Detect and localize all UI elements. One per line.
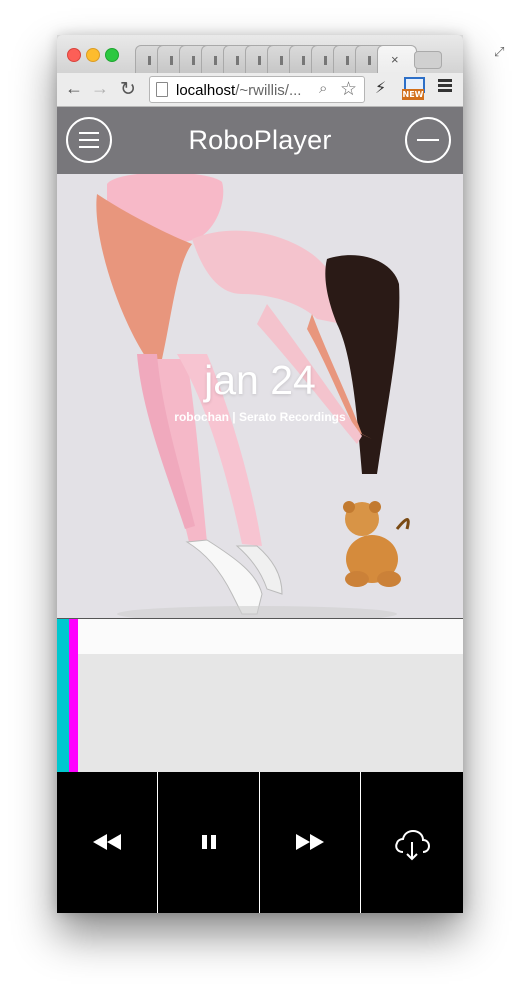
new-tab-button[interactable] xyxy=(414,51,442,69)
collapse-button[interactable] xyxy=(405,117,451,163)
browser-toolbar: ← → ↻ localhost/~rwillis/... ⌕ ☆ ⚡ NEW xyxy=(57,73,463,107)
zoom-window-icon[interactable] xyxy=(105,48,119,62)
waveform-progress[interactable] xyxy=(57,618,463,773)
waveform-overview xyxy=(57,619,463,654)
fast-forward-icon xyxy=(260,832,360,857)
minimize-window-icon[interactable] xyxy=(86,48,100,62)
url-text[interactable]: localhost/~rwillis/... xyxy=(176,82,301,99)
fast-forward-button[interactable] xyxy=(260,772,361,913)
browser-tab-active[interactable]: × xyxy=(377,45,417,74)
extension-icon[interactable]: NEW xyxy=(402,77,425,101)
page-icon xyxy=(156,82,168,97)
tab-close-icon[interactable]: × xyxy=(391,52,399,67)
url-path: /~rwillis/... xyxy=(235,82,302,99)
minus-icon xyxy=(417,139,439,141)
playhead-marker[interactable] xyxy=(69,619,78,773)
pause-icon xyxy=(158,832,259,857)
browser-tabstrip: × ⤢ xyxy=(57,35,504,74)
progress-played-bar xyxy=(57,619,69,773)
reload-icon[interactable]: ↻ xyxy=(120,78,136,101)
playback-controls xyxy=(57,772,463,913)
new-badge: NEW xyxy=(402,89,424,100)
browser-menu-icon[interactable] xyxy=(438,79,452,93)
url-host: localhost xyxy=(176,82,236,99)
rewind-button[interactable] xyxy=(57,772,158,913)
fullscreen-icon[interactable]: ⤢ xyxy=(494,44,504,60)
bookmark-star-icon[interactable]: ☆ xyxy=(340,78,357,101)
search-icon[interactable]: ⌕ xyxy=(319,80,327,97)
cloud-download-icon xyxy=(361,828,463,867)
forward-arrow-icon[interactable]: → xyxy=(91,78,109,99)
back-arrow-icon[interactable]: ← xyxy=(65,78,83,99)
album-artwork: jan 24 robochan | Serato Recordings xyxy=(57,174,463,618)
rewind-icon xyxy=(57,832,157,857)
track-artist-label: robochan | Serato Recordings xyxy=(174,410,346,424)
address-bar[interactable]: localhost/~rwillis/... ⌕ ☆ xyxy=(149,76,365,103)
lightning-icon[interactable]: ⚡ xyxy=(375,78,386,98)
app-header: RoboPlayer xyxy=(57,107,463,174)
pause-button[interactable] xyxy=(158,772,260,913)
download-button[interactable] xyxy=(361,772,463,913)
close-window-icon[interactable] xyxy=(67,48,81,62)
app-title: RoboPlayer xyxy=(188,125,332,155)
track-title: jan 24 xyxy=(204,357,316,403)
